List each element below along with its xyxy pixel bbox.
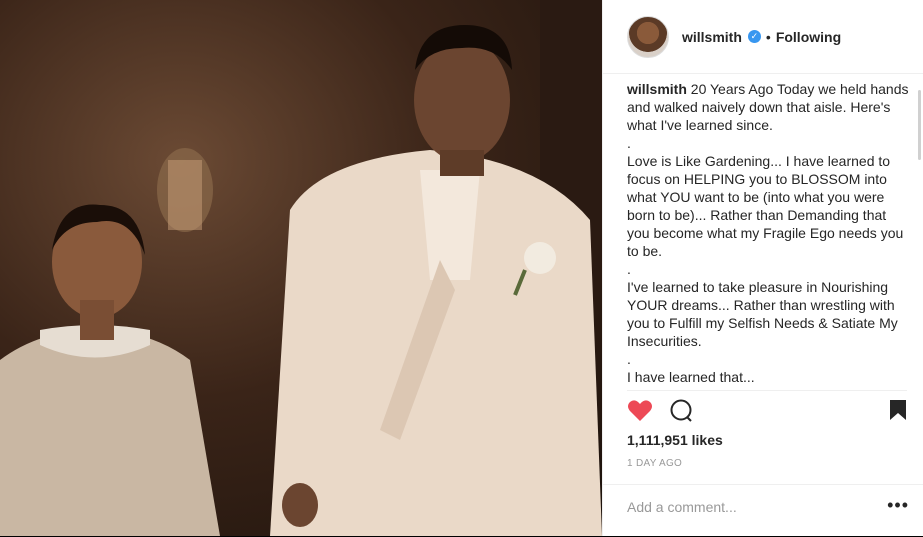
caption-username[interactable]: willsmith	[627, 81, 687, 97]
comment-bubble-icon[interactable]	[669, 399, 693, 428]
header-username[interactable]: willsmith	[682, 29, 742, 45]
comment-input[interactable]: Add a comment...	[627, 499, 737, 515]
likes-count[interactable]: 1,111,951 likes	[627, 432, 723, 448]
caption-scrollbar[interactable]	[918, 90, 921, 160]
caption-line-1: willsmith 20 Years Ago Today we held han…	[627, 80, 911, 134]
avatar[interactable]	[627, 15, 669, 58]
bookmark-icon[interactable]	[889, 399, 907, 426]
instagram-post: willsmith ✓ • Following willsmith 20 Yea…	[0, 0, 923, 536]
caption-line-4: .	[627, 261, 631, 277]
verified-badge-icon: ✓	[747, 30, 761, 43]
caption: willsmith 20 Years Ago Today we held han…	[627, 80, 911, 383]
more-options-icon[interactable]: •••	[887, 495, 909, 516]
post-sidebar: willsmith ✓ • Following willsmith 20 Yea…	[602, 0, 923, 536]
action-bar	[627, 390, 907, 427]
post-header: willsmith ✓ • Following	[603, 0, 923, 74]
post-photo[interactable]	[0, 0, 602, 536]
heart-filled-icon[interactable]	[627, 399, 653, 428]
caption-line-6: .	[627, 351, 631, 367]
following-button[interactable]: Following	[776, 29, 841, 45]
comment-bar: Add a comment... •••	[603, 484, 923, 537]
caption-line-5: I've learned to take pleasure in Nourish…	[627, 279, 902, 349]
separator-dot: •	[765, 28, 771, 45]
wedding-photo-illustration	[0, 0, 602, 536]
timestamp[interactable]: 1 DAY AGO	[627, 458, 682, 469]
caption-line-3: Love is Like Gardening... I have learned…	[627, 153, 908, 259]
caption-line-2: .	[627, 135, 631, 151]
caption-line-7: I have learned that...	[627, 369, 755, 383]
